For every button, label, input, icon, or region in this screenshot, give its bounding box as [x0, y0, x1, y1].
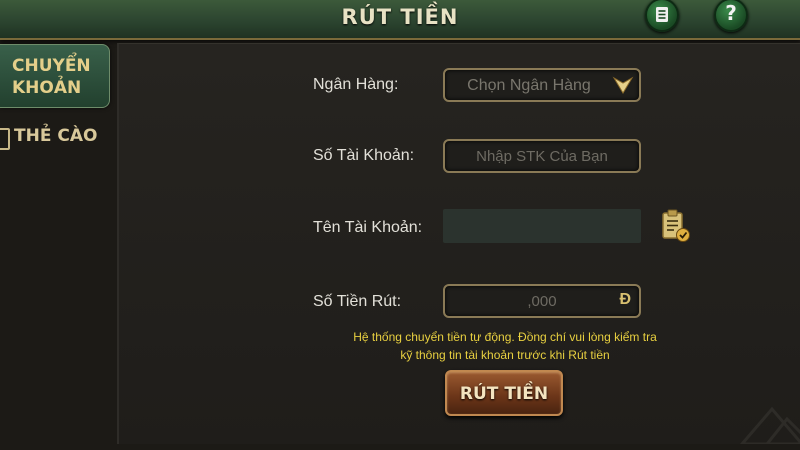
chevron-down-icon	[612, 76, 634, 94]
amount-input[interactable]: ,000 Đ	[443, 284, 641, 318]
tab-chuyen-khoan[interactable]: CHUYỂN KHOẢN	[0, 44, 110, 108]
sidebar: CHUYỂN KHOẢN THẺ CÀO	[0, 40, 115, 450]
bank-select[interactable]: Chọn Ngân Hàng	[443, 68, 641, 102]
history-button[interactable]	[645, 0, 679, 32]
decorative-pattern	[740, 406, 800, 444]
withdraw-button[interactable]: RÚT TIỀN	[445, 370, 563, 416]
question-icon: ?	[725, 1, 737, 25]
account-name-input[interactable]	[443, 209, 641, 243]
account-number-label: Số Tài Khoản:	[313, 147, 415, 164]
list-document-icon	[656, 7, 668, 22]
header-bar: RÚT TIỀN ?	[0, 0, 800, 40]
page-title: RÚT TIỀN	[341, 5, 459, 29]
tab-label: THẺ CÀO	[14, 126, 98, 146]
clipboard-check-icon[interactable]	[661, 208, 691, 244]
notice-line-1: Hệ thống chuyển tiền tự động. Đồng chí v…	[353, 330, 657, 344]
bank-placeholder: Chọn Ngân Hàng	[467, 77, 591, 94]
notice-line-2: kỹ thông tin tài khoản trước khi Rút tiề…	[400, 348, 610, 362]
notice-text: Hệ thống chuyển tiền tự động. Đồng chí v…	[330, 328, 680, 364]
tab-the-cao[interactable]: THẺ CÀO	[0, 122, 109, 152]
bank-label: Ngân Hàng:	[313, 76, 399, 93]
amount-placeholder: ,000	[527, 293, 557, 310]
account-name-label: Tên Tài Khoản:	[313, 219, 423, 236]
tab-label: CHUYỂN KHOẢN	[12, 56, 91, 98]
card-icon	[0, 128, 10, 150]
withdraw-button-label: RÚT TIỀN	[459, 384, 549, 404]
account-number-input[interactable]: Nhập STK Của Bạn	[443, 139, 641, 173]
currency-symbol: Đ	[619, 291, 631, 308]
account-number-placeholder: Nhập STK Của Bạn	[476, 148, 608, 165]
amount-label: Số Tiền Rút:	[313, 293, 402, 310]
